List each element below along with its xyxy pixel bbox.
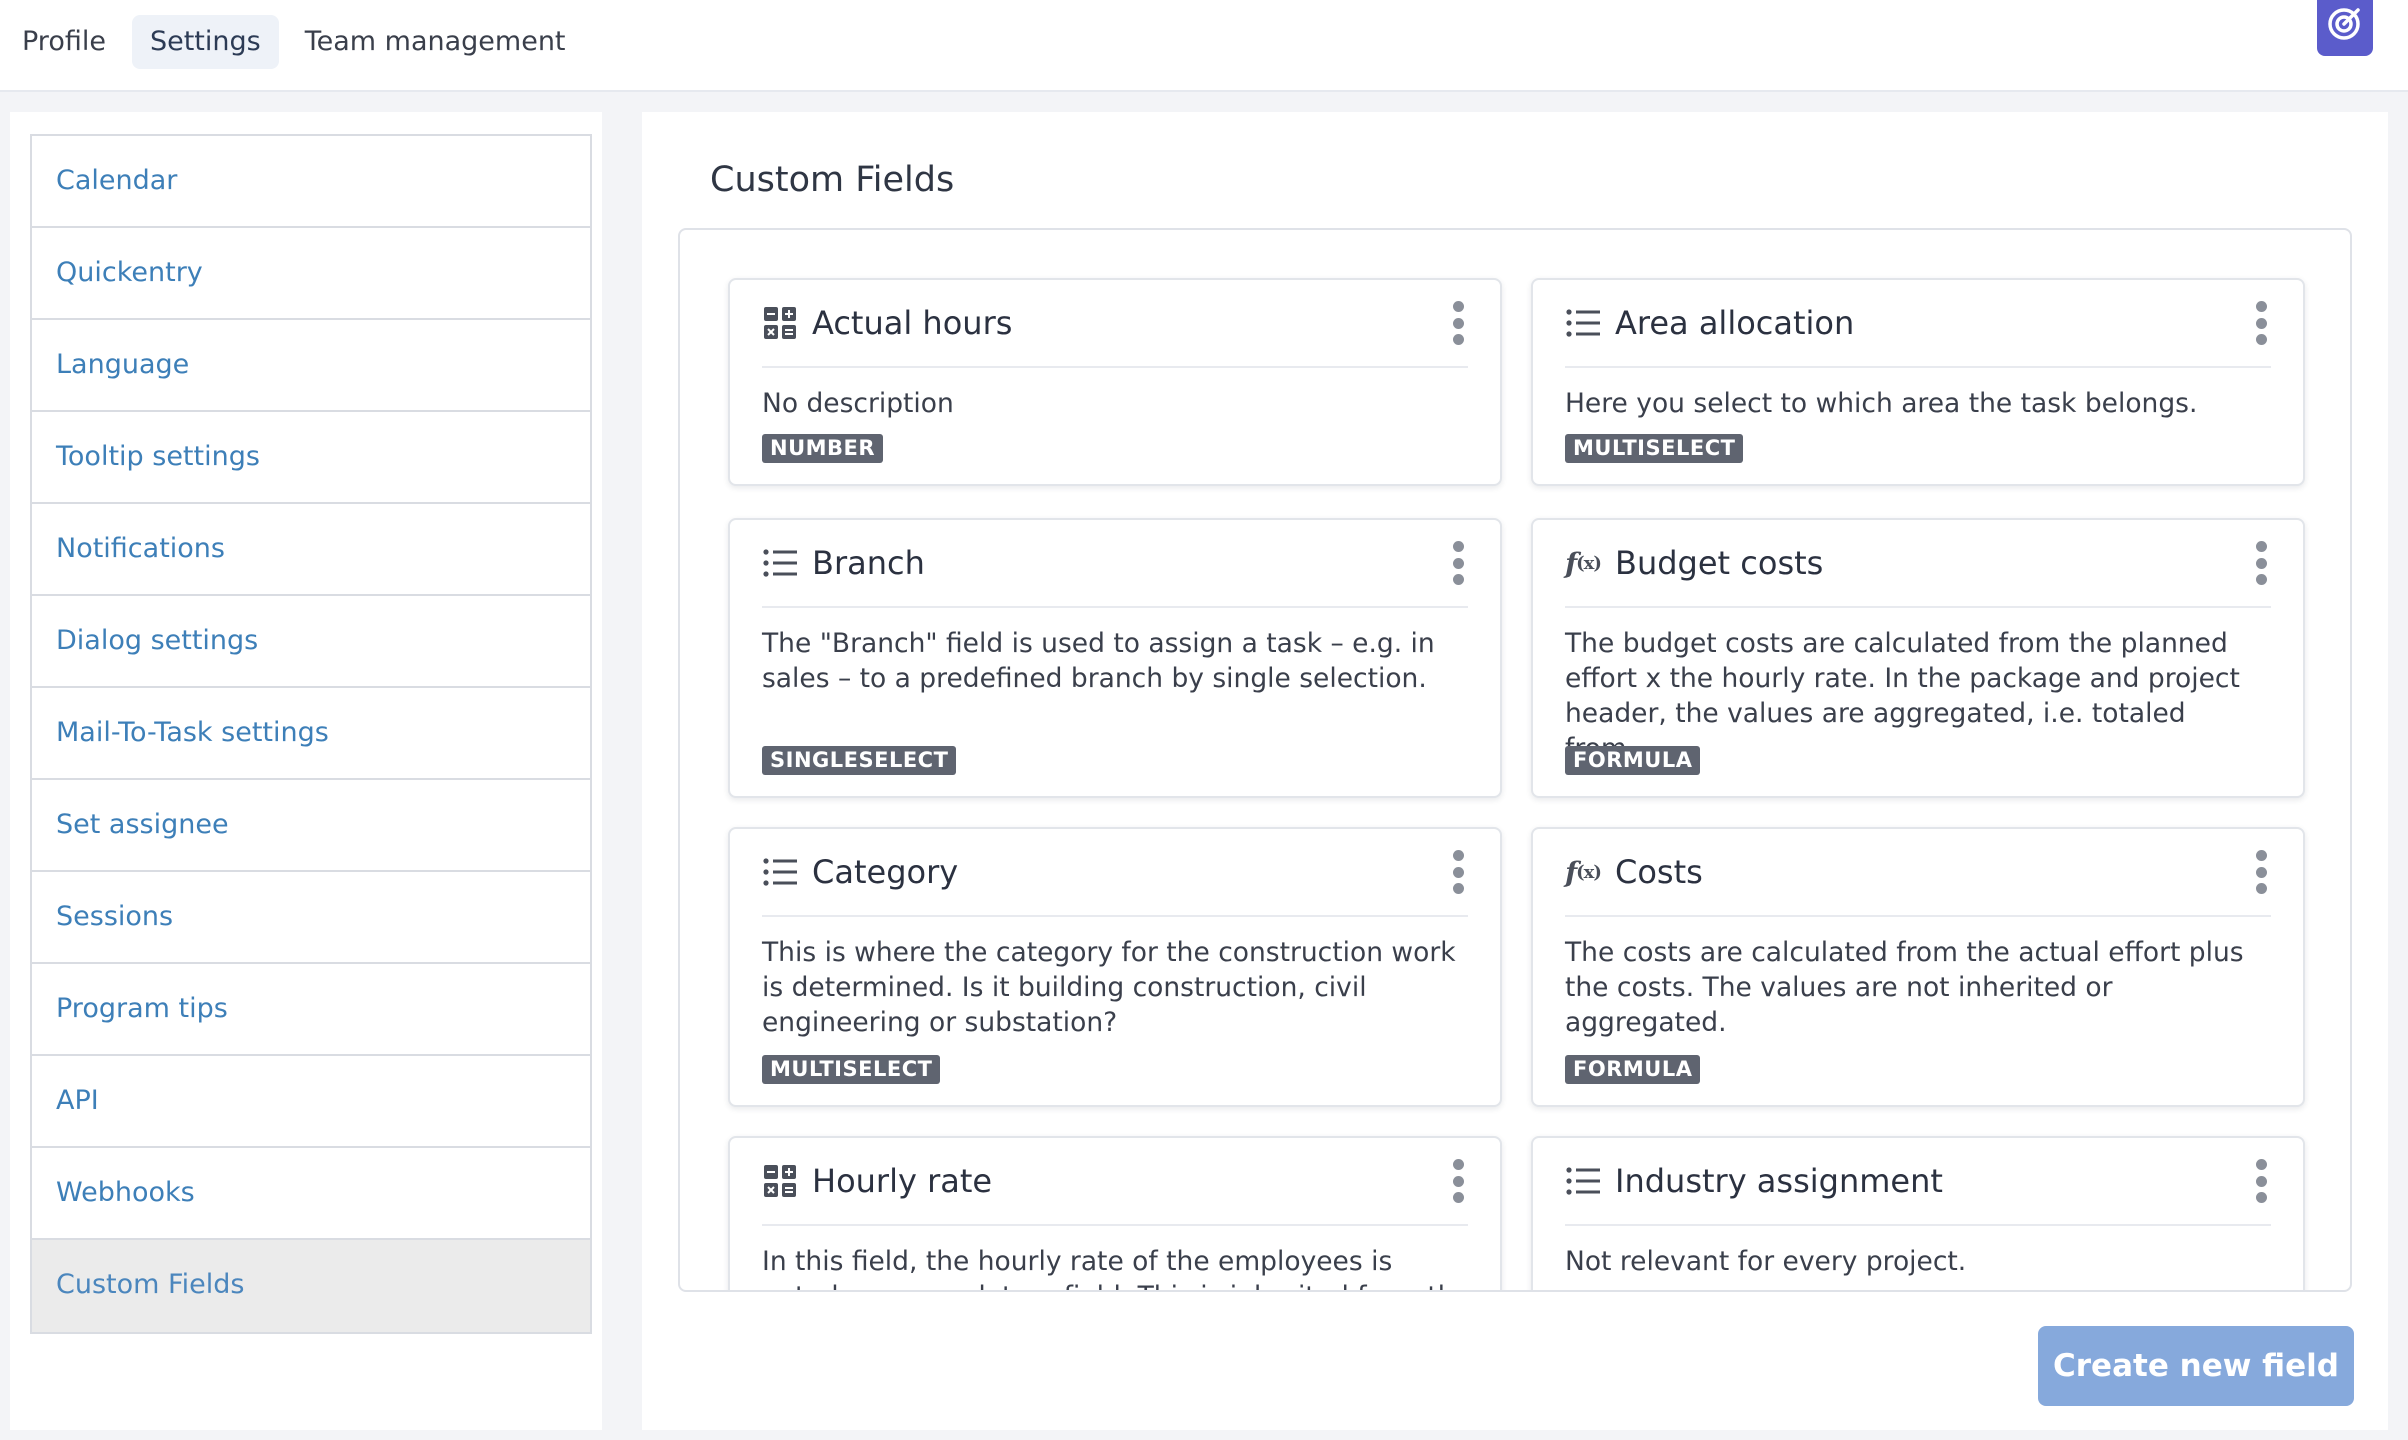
field-description: Not relevant for every project. xyxy=(1565,1246,1967,1277)
field-title: Branch xyxy=(812,544,925,582)
field-title: Budget costs xyxy=(1615,544,1824,582)
field-type-badge: FORMULA xyxy=(1565,746,1701,775)
sidebar-item-notifications[interactable]: Notifications xyxy=(32,504,590,596)
list-icon xyxy=(762,854,798,890)
tab-profile[interactable]: Profile xyxy=(4,15,124,69)
field-title: Industry assignment xyxy=(1615,1162,1943,1200)
field-description: The costs are calculated from the actual… xyxy=(1565,937,2244,1038)
settings-menu: Calendar Quickentry Language Tooltip set… xyxy=(30,134,592,1334)
settings-sidebar: Calendar Quickentry Language Tooltip set… xyxy=(10,112,602,1430)
page-title: Custom Fields xyxy=(710,160,955,200)
field-type-badge: SINGLESELECT xyxy=(762,746,957,775)
app-launcher-button[interactable] xyxy=(2317,0,2373,56)
card-header: Industry assignment xyxy=(1565,1138,2271,1226)
field-card-hourly-rate[interactable]: Hourly rate In this field, the hourly ra… xyxy=(728,1136,1502,1290)
sidebar-item-webhooks[interactable]: Webhooks xyxy=(32,1148,590,1240)
sidebar-item-program-tips[interactable]: Program tips xyxy=(32,964,590,1056)
field-card-actual-hours[interactable]: Actual hours No description NUMBER xyxy=(728,278,1502,486)
card-header: Actual hours xyxy=(762,280,1468,368)
field-title: Category xyxy=(812,853,959,891)
field-card-budget-costs[interactable]: f (x) Budget costs The budget costs are c… xyxy=(1531,518,2305,798)
number-grid-icon xyxy=(762,1163,798,1199)
card-header: Hourly rate xyxy=(762,1138,1468,1226)
top-nav-bar: Profile Settings Team management xyxy=(0,0,2408,92)
field-title: Area allocation xyxy=(1615,304,1855,342)
field-card-industry-assignment[interactable]: Industry assignment Not relevant for eve… xyxy=(1531,1136,2305,1290)
field-card-costs[interactable]: f (x) Costs The costs are calculated from… xyxy=(1531,827,2305,1107)
field-type-badge: MULTISELECT xyxy=(1565,434,1744,463)
more-options-icon[interactable] xyxy=(2251,850,2271,894)
field-description: No description xyxy=(762,388,954,419)
field-title: Actual hours xyxy=(812,304,1013,342)
sidebar-item-api[interactable]: API xyxy=(32,1056,590,1148)
sidebar-item-tooltip-settings[interactable]: Tooltip settings xyxy=(32,412,590,504)
field-description: This is where the category for the const… xyxy=(762,937,1456,1038)
more-options-icon[interactable] xyxy=(2251,301,2271,345)
card-header: Category xyxy=(762,829,1468,917)
card-header: f (x) Budget costs xyxy=(1565,520,2271,608)
more-options-icon[interactable] xyxy=(1448,850,1468,894)
more-options-icon[interactable] xyxy=(1448,541,1468,585)
sidebar-item-mail-to-task-settings[interactable]: Mail-To-Task settings xyxy=(32,688,590,780)
sidebar-item-set-assignee[interactable]: Set assignee xyxy=(32,780,590,872)
more-options-icon[interactable] xyxy=(2251,1159,2271,1203)
create-new-field-button[interactable]: Create new field xyxy=(2038,1326,2354,1406)
field-description: The budget costs are calculated from the… xyxy=(1565,628,2240,764)
field-type-badge: FORMULA xyxy=(1565,1055,1701,1084)
more-options-icon[interactable] xyxy=(1448,1159,1468,1203)
custom-fields-list[interactable]: Actual hours No description NUMBER Area … xyxy=(678,228,2352,1292)
list-icon xyxy=(1565,1163,1601,1199)
field-card-area-allocation[interactable]: Area allocation Here you select to which… xyxy=(1531,278,2305,486)
number-grid-icon xyxy=(762,305,798,341)
field-type-badge: NUMBER xyxy=(762,434,884,463)
custom-fields-page: Custom Fields Actual hours No descriptio… xyxy=(642,112,2388,1430)
field-card-branch[interactable]: Branch The "Branch" field is used to ass… xyxy=(728,518,1502,798)
card-header: Area allocation xyxy=(1565,280,2271,368)
list-icon xyxy=(1565,305,1601,341)
card-header: Branch xyxy=(762,520,1468,608)
list-icon xyxy=(762,545,798,581)
tab-settings[interactable]: Settings xyxy=(131,15,279,69)
sidebar-item-custom-fields[interactable]: Custom Fields xyxy=(32,1240,590,1332)
more-options-icon[interactable] xyxy=(2251,541,2271,585)
sidebar-item-dialog-settings[interactable]: Dialog settings xyxy=(32,596,590,688)
sidebar-item-language[interactable]: Language xyxy=(32,320,590,412)
sidebar-item-sessions[interactable]: Sessions xyxy=(32,872,590,964)
field-description: Here you select to which area the task b… xyxy=(1565,388,2198,419)
sidebar-item-quickentry[interactable]: Quickentry xyxy=(32,228,590,320)
tab-team-management[interactable]: Team management xyxy=(287,15,584,69)
field-description: In this field, the hourly rate of the em… xyxy=(762,1246,1471,1290)
target-icon xyxy=(2328,8,2360,40)
more-options-icon[interactable] xyxy=(1448,301,1468,345)
formula-icon: f (x) xyxy=(1565,546,1602,580)
card-header: f (x) Costs xyxy=(1565,829,2271,917)
field-description: The "Branch" field is used to assign a t… xyxy=(762,628,1435,694)
top-tabs: Profile Settings Team management xyxy=(4,15,584,69)
field-type-badge: MULTISELECT xyxy=(762,1055,941,1084)
sidebar-item-calendar[interactable]: Calendar xyxy=(32,136,590,228)
field-title: Costs xyxy=(1615,853,1703,891)
field-title: Hourly rate xyxy=(812,1162,993,1200)
formula-icon: f (x) xyxy=(1565,855,1602,889)
field-card-category[interactable]: Category This is where the category for … xyxy=(728,827,1502,1107)
